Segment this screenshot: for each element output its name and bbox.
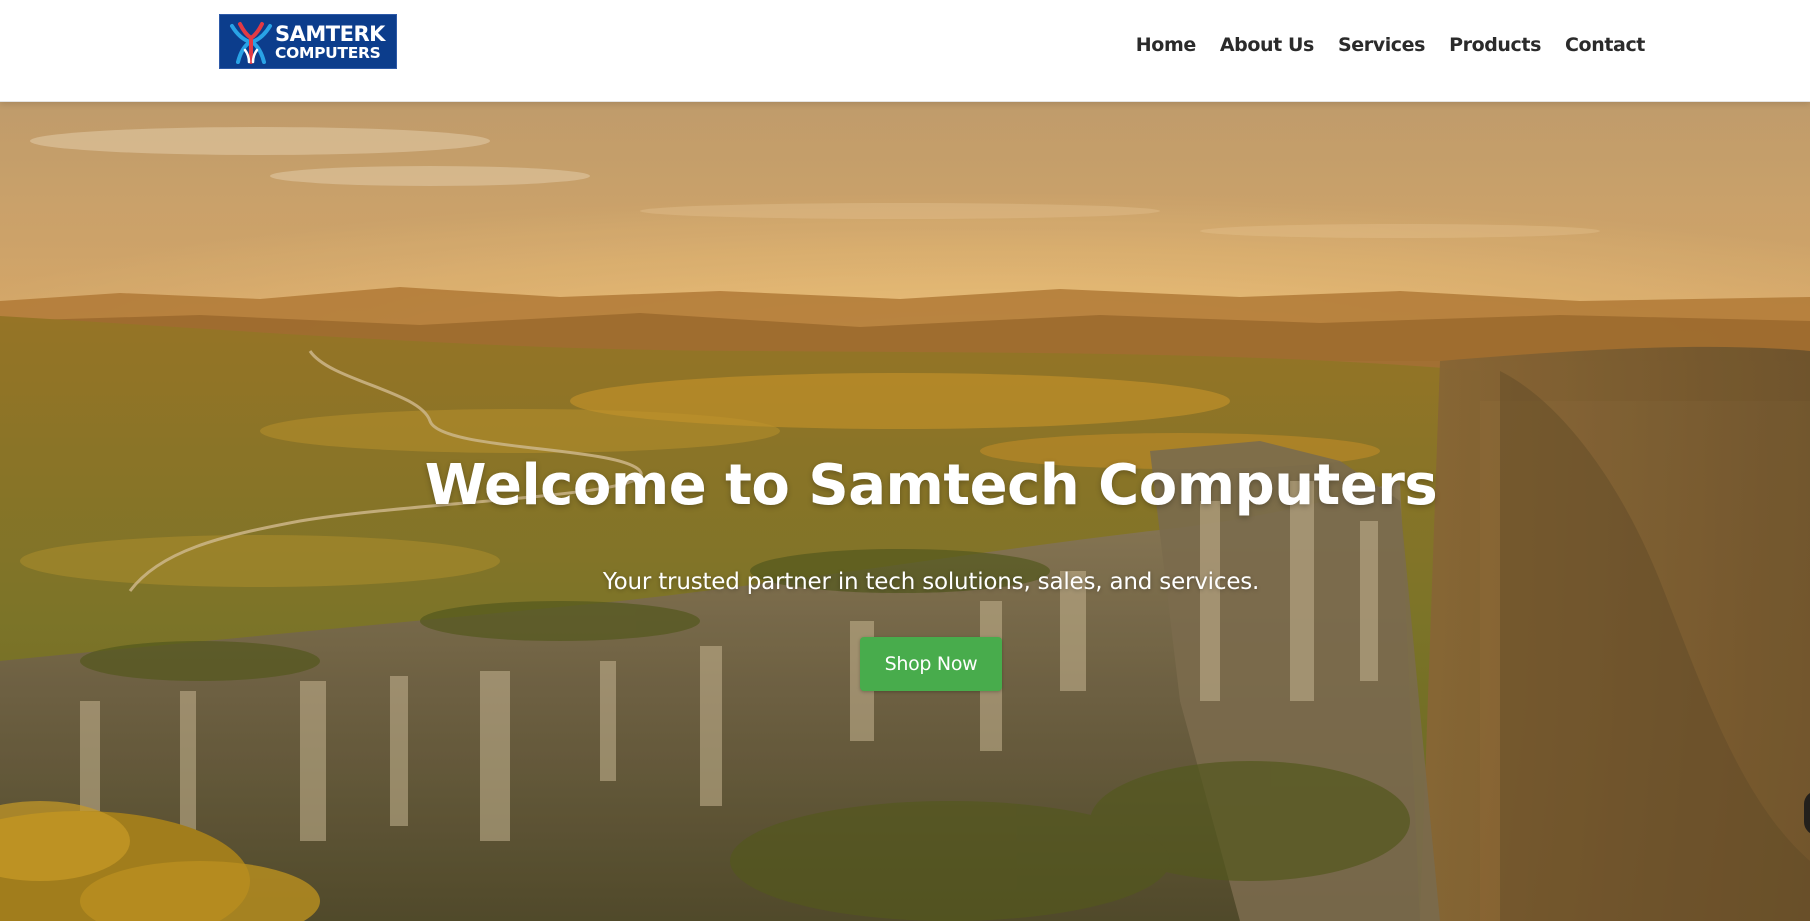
nav-contact[interactable]: Contact	[1565, 34, 1645, 56]
hero-section: Welcome to Samtech Computers Your truste…	[0, 101, 1810, 921]
site-logo[interactable]: SAMTERK COMPUTERS	[219, 14, 397, 69]
shop-now-button[interactable]: Shop Now	[860, 637, 1002, 691]
site-header: SAMTERK COMPUTERS Home About Us Services…	[0, 0, 1810, 102]
nav-about-us[interactable]: About Us	[1220, 34, 1315, 56]
logo-line2: COMPUTERS	[275, 44, 381, 62]
nav-services[interactable]: Services	[1338, 34, 1426, 56]
hero-title: Welcome to Samtech Computers	[424, 453, 1438, 518]
nav-home[interactable]: Home	[1136, 34, 1196, 56]
floating-side-handle[interactable]	[1804, 791, 1810, 835]
main-nav: Home About Us Services Products Contact	[1136, 32, 1646, 58]
logo-wordmark: SAMTERK COMPUTERS	[275, 24, 393, 62]
nav-products[interactable]: Products	[1449, 34, 1541, 56]
hero-subtitle: Your trusted partner in tech solutions, …	[602, 569, 1260, 595]
logo-line1: SAMTERK	[275, 22, 385, 46]
logo-emblem-icon	[230, 22, 272, 64]
page: SAMTERK COMPUTERS Home About Us Services…	[0, 0, 1810, 921]
